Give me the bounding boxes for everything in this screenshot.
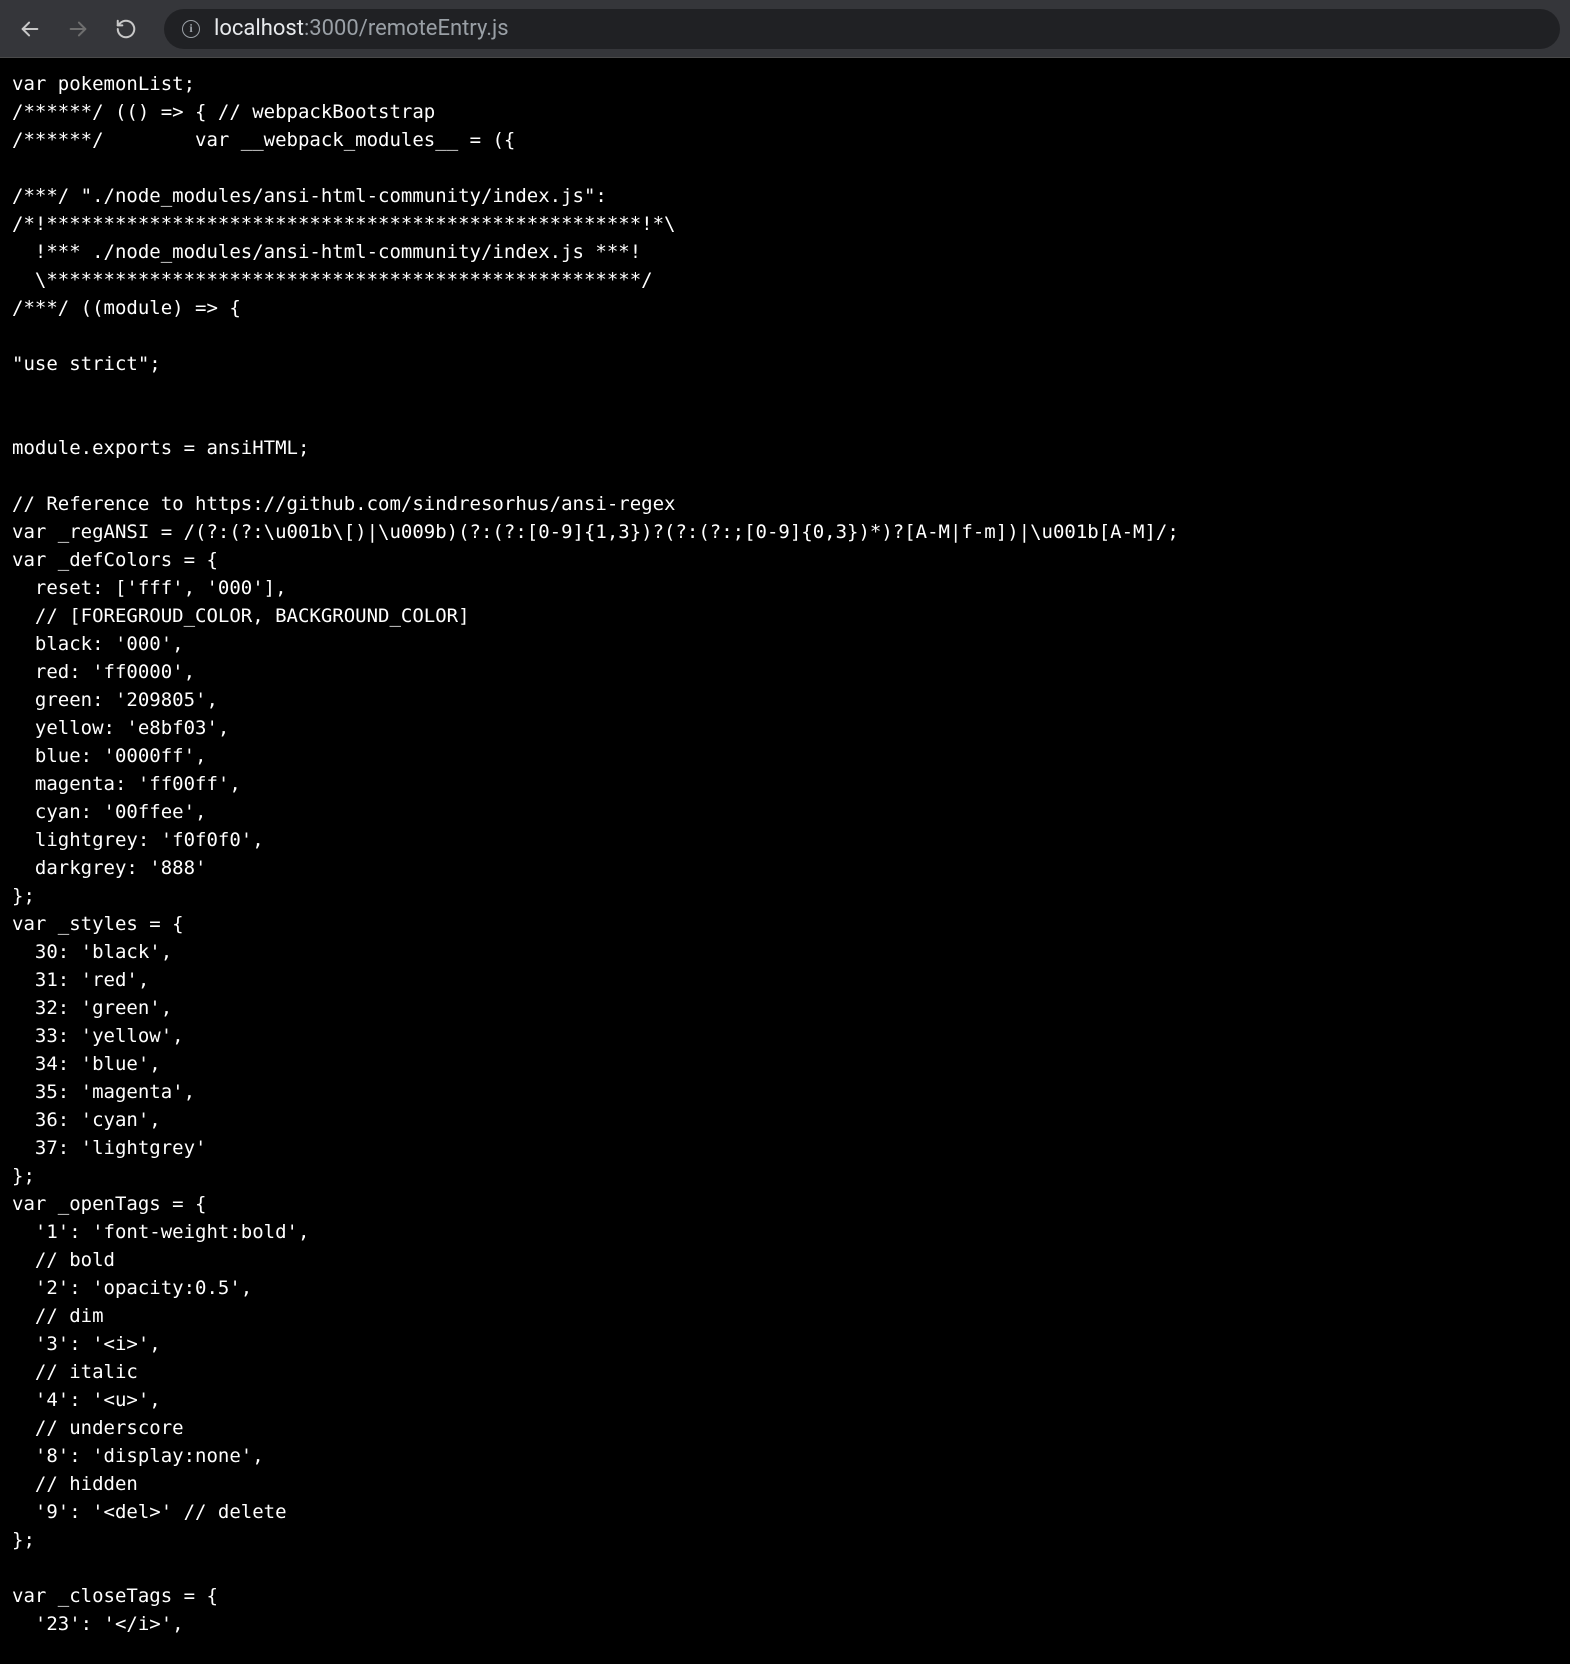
url-text: localhost:3000/remoteEntry.js — [214, 16, 509, 41]
url-host: localhost — [214, 16, 304, 41]
site-info-icon[interactable]: i — [182, 20, 200, 38]
url-port: :3000 — [304, 16, 359, 41]
url-path: /remoteEntry.js — [359, 16, 509, 41]
browser-toolbar: i localhost:3000/remoteEntry.js — [0, 0, 1570, 58]
back-button[interactable] — [10, 9, 50, 49]
source-code[interactable]: var pokemonList; /******/ (() => { // we… — [12, 70, 1558, 1638]
page-content: var pokemonList; /******/ (() => { // we… — [0, 58, 1570, 1664]
reload-button[interactable] — [106, 9, 146, 49]
forward-button[interactable] — [58, 9, 98, 49]
address-bar[interactable]: i localhost:3000/remoteEntry.js — [164, 9, 1560, 49]
